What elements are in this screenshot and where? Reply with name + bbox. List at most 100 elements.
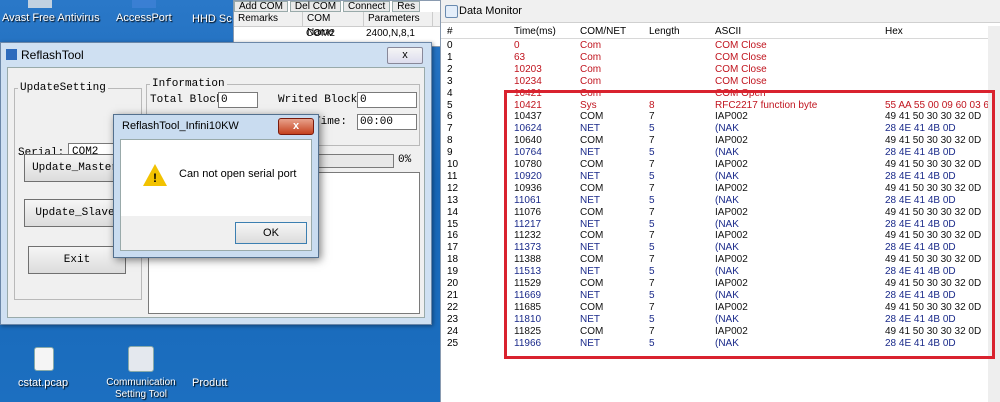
information-label: Information xyxy=(150,78,227,90)
cell-index: 10 xyxy=(447,159,459,170)
table-row[interactable]: 2 10203 Com COM Close xyxy=(441,64,1000,76)
cell-com-name: COM2 xyxy=(306,28,335,39)
desktop-icon-accessport[interactable]: AccessPort xyxy=(116,12,172,24)
cell-index: 8 xyxy=(447,135,453,147)
del-com-button[interactable]: Del COM xyxy=(289,1,342,12)
header-index[interactable]: # xyxy=(447,26,453,38)
com-table-header: Remarks COM Name Parameters xyxy=(234,12,446,38)
desktop-icon-hhd[interactable]: HHD Sc Monito xyxy=(192,12,232,26)
shortcut-icon xyxy=(128,346,154,372)
cell-index: 25 xyxy=(447,337,459,349)
total-blocks-value: 0 xyxy=(218,92,258,108)
dialog-body: ! Can not open serial port OK xyxy=(120,139,312,251)
cell-index: 2 xyxy=(447,63,453,75)
table-row[interactable]: 1 63 Com COM Close xyxy=(441,52,1000,64)
avast-icon xyxy=(28,0,52,8)
cell-index: 22 xyxy=(447,301,459,313)
cell-ascii: COM Close xyxy=(715,51,767,63)
cell-parameters: 2400,N,8,1 xyxy=(366,28,415,39)
desktop-icon-label: cstat.pcap xyxy=(18,377,69,389)
dialog-close-button[interactable]: x xyxy=(278,118,314,135)
time-value: 00:00 xyxy=(357,114,417,130)
header-parameters[interactable]: Parameters xyxy=(364,12,433,26)
app-icon xyxy=(6,49,17,60)
close-icon: x xyxy=(292,120,300,132)
header-com-name[interactable]: COM Name xyxy=(303,12,364,38)
cell-com-net: Com xyxy=(580,75,602,87)
header-com-net[interactable]: COM/NET xyxy=(580,26,626,38)
cell-index: 15 xyxy=(447,218,459,230)
monitor-icon xyxy=(445,5,458,18)
error-dialog: ReflashTool_Infini10KW x ! Can not open … xyxy=(113,114,319,258)
add-com-button[interactable]: Add COM xyxy=(234,1,288,12)
header-hex[interactable]: Hex xyxy=(885,26,903,38)
highlight-box xyxy=(504,90,995,359)
cell-index: 0 xyxy=(447,40,453,51)
desktop-icon-label: Communication Setting Tool xyxy=(106,377,176,400)
cell-index: 20 xyxy=(447,278,459,289)
cell-index: 7 xyxy=(447,123,453,135)
cell-ascii: COM Close xyxy=(715,63,767,75)
cell-index: 1 xyxy=(447,51,453,63)
cell-index: 12 xyxy=(447,182,459,194)
cell-index: 16 xyxy=(447,230,459,242)
cell-time: 10203 xyxy=(514,63,542,75)
cell-index: 3 xyxy=(447,75,453,87)
connect-button[interactable]: Connect xyxy=(343,1,391,12)
ok-button[interactable]: OK xyxy=(235,222,307,244)
cell-com-net: Com xyxy=(580,51,602,63)
cell-time: 0 xyxy=(514,40,520,51)
desktop-icon-produtt[interactable]: Produtt xyxy=(192,377,232,389)
dialog-message: Can not open serial port xyxy=(179,168,297,180)
table-row[interactable]: 3 10234 Com COM Close xyxy=(441,76,1000,88)
desktop-icon-label: HHD Sc Monito xyxy=(192,13,232,25)
warning-exclamation: ! xyxy=(153,171,157,185)
desktop-icon-cstat[interactable]: cstat.pcap xyxy=(18,377,68,389)
res-button[interactable]: Res xyxy=(392,1,421,12)
cell-index: 17 xyxy=(447,242,459,254)
window-title: ReflashTool xyxy=(21,48,84,62)
cell-index: 21 xyxy=(447,289,459,301)
cell-index: 9 xyxy=(447,147,453,159)
desktop-icon-label: Produtt xyxy=(192,377,228,389)
cell-index: 6 xyxy=(447,111,453,123)
cell-ascii: COM Close xyxy=(715,75,767,87)
desktop-icon-avast[interactable]: Avast Free Antivirus xyxy=(2,12,100,24)
monitor-table-header: # Time(ms) COM/NET Length ASCII Hex xyxy=(441,26,1000,39)
close-button[interactable]: x xyxy=(387,47,423,64)
cell-com-net: Com xyxy=(580,40,602,51)
cell-index: 14 xyxy=(447,206,459,218)
desktop-icon-label: AccessPort xyxy=(116,12,172,24)
cell-index: 11 xyxy=(447,170,458,182)
progress-percent: 0% xyxy=(398,154,412,166)
cell-time: 63 xyxy=(514,51,526,63)
cell-com-net: Com xyxy=(580,63,602,75)
cell-index: 19 xyxy=(447,266,459,278)
header-length[interactable]: Length xyxy=(649,26,680,38)
monitor-title: Data Monitor xyxy=(441,0,1000,23)
accessport-icon xyxy=(132,0,156,8)
header-ascii[interactable]: ASCII xyxy=(715,26,741,38)
update-master-button[interactable]: Update_Master xyxy=(24,154,126,182)
file-icon xyxy=(34,347,54,371)
table-row[interactable]: COM2 2400,N,8,1 xyxy=(234,27,446,41)
com-list-window: Add COM Del COM Connect Res Remarks COM … xyxy=(233,0,447,47)
cell-index: 4 xyxy=(447,87,453,99)
header-remarks[interactable]: Remarks xyxy=(234,12,303,26)
desktop-icon-communication[interactable]: Communication Setting Tool xyxy=(103,377,179,401)
cell-index: 13 xyxy=(447,194,459,206)
update-slave-button[interactable]: Update_Slave xyxy=(24,199,126,227)
cell-index: 5 xyxy=(447,99,453,111)
cell-index: 24 xyxy=(447,325,459,337)
cell-time: 10234 xyxy=(514,75,542,87)
table-row[interactable]: 0 0 Com COM Close xyxy=(441,40,1000,52)
exit-button[interactable]: Exit xyxy=(28,246,126,274)
desktop-icon-label: Avast Free Antivirus xyxy=(2,12,100,24)
close-icon: x xyxy=(402,49,408,61)
cell-index: 23 xyxy=(447,313,459,325)
cell-ascii: COM Close xyxy=(715,40,767,51)
writed-blocks-value: 0 xyxy=(357,92,417,108)
header-time[interactable]: Time(ms) xyxy=(514,26,556,38)
update-setting-label: UpdateSetting xyxy=(18,82,108,94)
com-toolbar: Add COM Del COM Connect Res xyxy=(234,1,446,12)
